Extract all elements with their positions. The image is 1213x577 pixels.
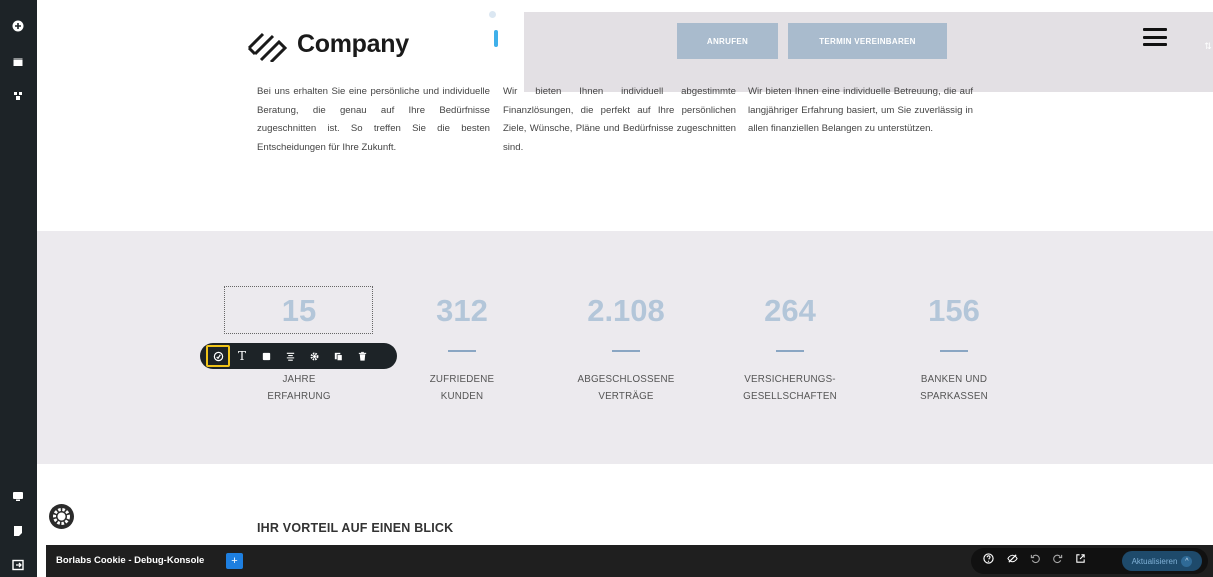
- style-icon[interactable]: [206, 345, 230, 367]
- logo-text: Company: [297, 29, 409, 58]
- intro-text-support: Wir bieten Ihnen eine individuelle Betre…: [748, 86, 973, 135]
- editor-sidebar: [0, 0, 37, 577]
- selected-element-outline[interactable]: [224, 286, 373, 334]
- stat-label: VERSICHERUNGS- GESELLSCHAFTEN: [743, 374, 837, 402]
- stat-number: 312: [436, 293, 488, 328]
- align-icon[interactable]: [278, 345, 302, 367]
- appointment-button[interactable]: TERMIN VEREINBAREN: [788, 23, 947, 59]
- logo-mark-icon: [247, 32, 288, 62]
- chevron-up-icon: ^: [1181, 555, 1193, 567]
- undo-icon[interactable]: [1028, 551, 1042, 565]
- redo-icon[interactable]: [1050, 551, 1064, 565]
- company-logo[interactable]: Company: [245, 26, 409, 62]
- stat-label: ABGESCHLOSSENE VERTRÄGE: [577, 374, 675, 402]
- open-external-icon[interactable]: [1073, 551, 1087, 565]
- page-settings-icon[interactable]: [8, 521, 28, 541]
- expand-console-button[interactable]: +: [226, 553, 243, 569]
- desktop-preview-icon[interactable]: [8, 486, 28, 506]
- intro-text-solutions: Wir bieten Ihnen individuell abgestimmte…: [503, 86, 736, 153]
- stat-divider: [612, 350, 640, 352]
- update-button[interactable]: Aktualisieren ^: [1122, 551, 1202, 571]
- console-title: Borlabs Cookie - Debug-Konsole: [56, 555, 205, 566]
- text-icon[interactable]: T: [230, 345, 254, 367]
- add-element-icon[interactable]: [8, 16, 28, 36]
- debug-console-bar: Borlabs Cookie - Debug-Konsole + Aktuali…: [46, 545, 1213, 577]
- stat-number: 264: [764, 293, 816, 328]
- stat-label: ZUFRIEDENE KUNDEN: [429, 374, 495, 402]
- stat-label: JAHRE ERFAHRUNG: [267, 374, 331, 402]
- cookie-settings-icon[interactable]: [48, 503, 75, 530]
- element-toolbar: T: [200, 343, 397, 369]
- help-icon[interactable]: [981, 551, 995, 565]
- hide-preview-icon[interactable]: [1005, 551, 1019, 565]
- stat-label: BANKEN UND SPARKASSEN: [920, 374, 988, 402]
- background-icon[interactable]: [254, 345, 278, 367]
- section-heading: IHR VORTEIL AUF EINEN BLICK: [257, 521, 454, 535]
- text-cursor-indicator: [494, 30, 498, 47]
- stat-number: 156: [928, 293, 980, 328]
- structure-icon[interactable]: [8, 86, 28, 106]
- delete-icon[interactable]: [350, 345, 374, 367]
- site-header: Company ANRUFEN TERMIN VEREINBAREN ⇅: [37, 0, 1213, 92]
- settings-icon[interactable]: [302, 345, 326, 367]
- exit-icon[interactable]: [8, 555, 28, 575]
- page-root: Company ANRUFEN TERMIN VEREINBAREN ⇅ Bei…: [0, 0, 1213, 577]
- stat-divider: [776, 350, 804, 352]
- stat-number: 2.108: [587, 293, 665, 328]
- call-button[interactable]: ANRUFEN: [677, 23, 778, 59]
- stat-divider: [448, 350, 476, 352]
- duplicate-icon[interactable]: [326, 345, 350, 367]
- stat-divider: [940, 350, 968, 352]
- layers-icon[interactable]: [8, 52, 28, 72]
- menu-icon[interactable]: [1143, 28, 1167, 46]
- cursor-dot: [489, 11, 496, 18]
- intro-text-consulting: Bei uns erhalten Sie eine persönliche un…: [257, 86, 490, 153]
